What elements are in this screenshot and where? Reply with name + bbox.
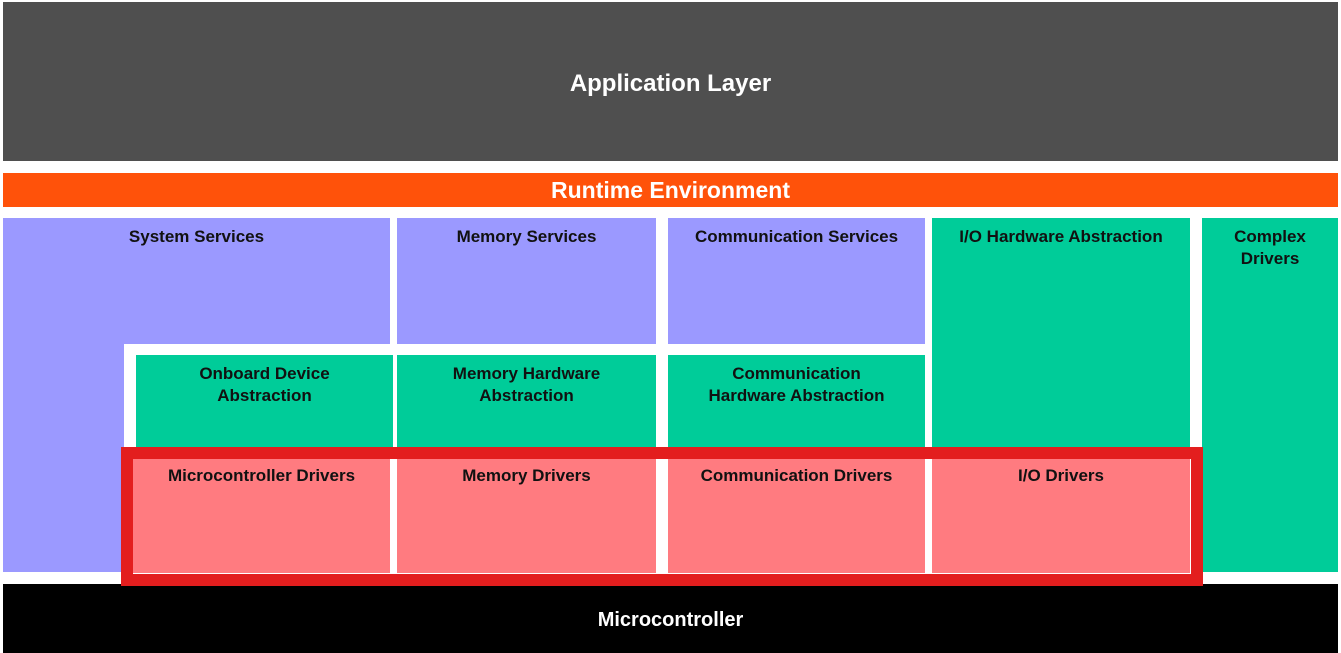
runtime-environment: Runtime Environment	[3, 173, 1338, 207]
communication-hardware-abstraction-line2: Hardware Abstraction	[708, 386, 885, 405]
microcontroller-label: Microcontroller	[597, 609, 744, 631]
memory-services: Memory Services	[397, 218, 656, 344]
onboard-device-abstraction-line2: Abstraction	[217, 386, 312, 405]
io-hardware-abstraction: I/O Hardware Abstraction	[932, 218, 1190, 458]
complex-drivers-label-line1: Complex	[1234, 227, 1306, 246]
system-services-label: System Services	[128, 227, 265, 246]
io-hardware-abstraction-label: I/O Hardware Abstraction	[959, 227, 1163, 246]
communication-hardware-abstraction: Communication Hardware Abstraction	[668, 355, 925, 447]
application-layer: Application Layer	[3, 2, 1338, 161]
highlight-frame	[121, 447, 1203, 586]
microcontroller-layer: Microcontroller	[3, 584, 1338, 653]
system-services-column	[3, 343, 124, 572]
application-layer-label: Application Layer	[569, 70, 772, 97]
onboard-device-abstraction-line1: Onboard Device	[199, 364, 330, 383]
communication-hardware-abstraction-line1: Communication	[732, 364, 861, 383]
complex-drivers-label-line2: Drivers	[1240, 249, 1300, 268]
system-services: System Services	[3, 218, 390, 344]
onboard-device-abstraction: Onboard Device Abstraction	[136, 355, 393, 447]
communication-services: Communication Services	[668, 218, 925, 344]
memory-hardware-abstraction-line1: Memory Hardware	[452, 364, 601, 383]
communication-services-label: Communication Services	[694, 227, 899, 246]
memory-hardware-abstraction-line2: Abstraction	[479, 386, 574, 405]
memory-hardware-abstraction: Memory Hardware Abstraction	[397, 355, 656, 447]
runtime-environment-label: Runtime Environment	[551, 177, 790, 203]
memory-services-label: Memory Services	[456, 227, 597, 246]
complex-drivers: Complex Drivers	[1202, 218, 1338, 572]
